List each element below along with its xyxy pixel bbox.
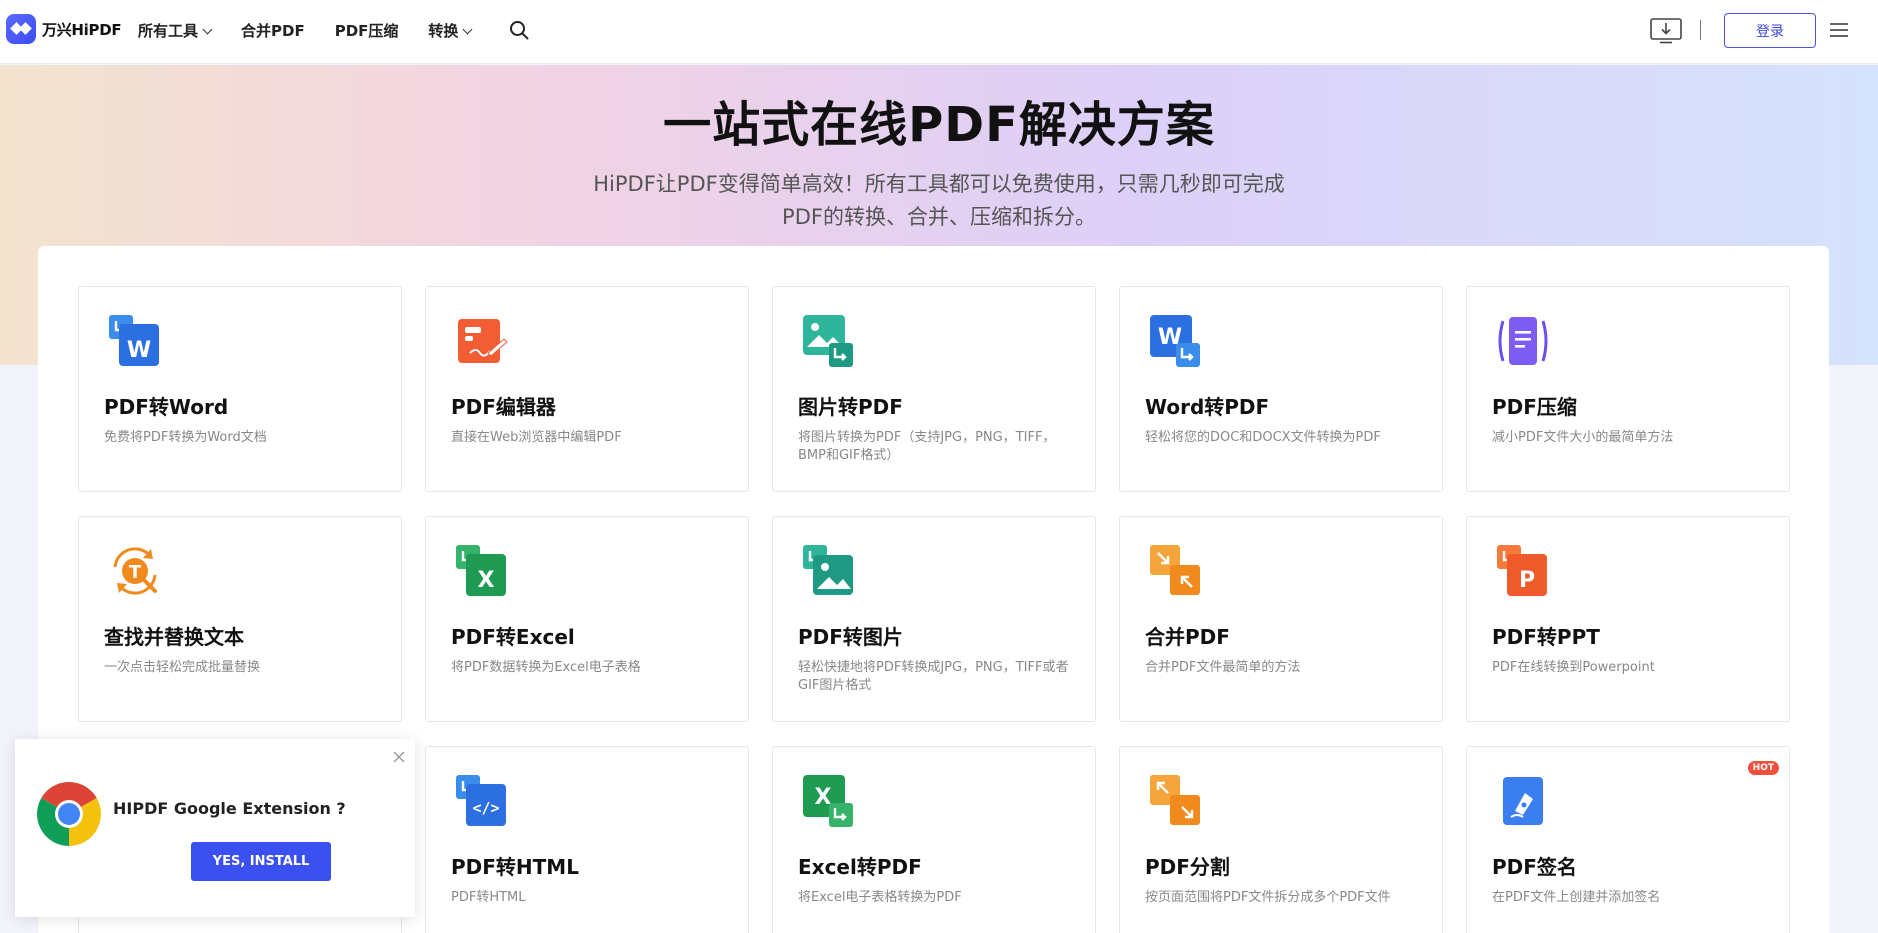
tool-desc: PDF在线转换到Powerpoint — [1492, 660, 1655, 675]
pdf-split-icon — [1150, 775, 1200, 825]
hero-subtitle: HiPDF让PDF变得简单高效！所有工具都可以免费使用，只需几秒即可完成 PDF… — [539, 168, 1339, 234]
nav-pdf-compress[interactable]: PDF压缩 — [335, 20, 399, 41]
top-header: 万兴HiPDF 所有工具 合并PDF PDF压缩 转换 登录 — [0, 0, 1878, 64]
svg-text:P: P — [1519, 568, 1535, 593]
nav-convert[interactable]: 转换 — [428, 20, 473, 41]
tool-title: PDF签名 — [1492, 855, 1577, 879]
pdf-to-excel-icon: X — [456, 545, 506, 596]
tool-card-find-replace[interactable]: T 查找并替换文本 一次点击轻松完成批量替换 — [78, 516, 402, 722]
hero-subtitle-line-1: HiPDF让PDF变得简单高效！所有工具都可以免费使用，只需几秒即可完成 — [593, 172, 1285, 196]
hipdf-logo-icon — [6, 14, 36, 44]
desktop-download-icon[interactable] — [1650, 18, 1682, 44]
word-to-pdf-icon: W — [1150, 315, 1200, 367]
header-divider — [1700, 20, 1701, 40]
tool-desc: 轻松快捷地将PDF转换成JPG，PNG，TIFF或者GIF图片格式 — [798, 660, 1069, 693]
merge-pdf-icon — [1150, 545, 1200, 595]
login-button[interactable]: 登录 — [1724, 13, 1816, 48]
svg-text:W: W — [127, 338, 151, 363]
svg-text:</>: </> — [472, 799, 499, 817]
tool-desc: 按页面范围将PDF文件拆分成多个PDF文件 — [1145, 890, 1391, 905]
nav-all-tools-label: 所有工具 — [138, 22, 199, 40]
nav-all-tools[interactable]: 所有工具 — [138, 20, 213, 41]
tool-title: Word转PDF — [1145, 395, 1270, 419]
logo[interactable]: 万兴HiPDF — [6, 14, 122, 44]
find-replace-icon: T — [113, 547, 157, 595]
nav-convert-label: 转换 — [428, 22, 459, 40]
tool-title: PDF转Excel — [451, 625, 575, 649]
tool-title: 图片转PDF — [798, 395, 903, 419]
tool-title: PDF转PPT — [1492, 625, 1600, 649]
hamburger-menu-icon[interactable] — [1830, 23, 1848, 37]
install-extension-button[interactable]: YES, INSTALL — [191, 842, 331, 881]
logo-text: 万兴HiPDF — [42, 20, 122, 39]
tool-title: PDF编辑器 — [451, 395, 556, 419]
tool-desc: 将Excel电子表格转换为PDF — [798, 890, 962, 905]
tool-desc: 轻松将您的DOC和DOCX文件转换为PDF — [1145, 430, 1381, 445]
nav-merge-pdf[interactable]: 合并PDF — [241, 20, 305, 41]
tool-desc: 直接在Web浏览器中编辑PDF — [451, 430, 622, 445]
nav-merge-pdf-label: 合并PDF — [241, 22, 305, 40]
tool-card-pdf-compress[interactable]: PDF压缩 减小PDF文件大小的最简单方法 — [1466, 286, 1790, 492]
tool-desc: 减小PDF文件大小的最简单方法 — [1492, 430, 1674, 445]
tool-card-pdf-to-word[interactable]: W PDF转Word 免费将PDF转换为Word文档 — [78, 286, 402, 492]
pdf-compress-icon — [1498, 317, 1548, 365]
pdf-sign-icon — [1503, 777, 1543, 825]
chevron-down-icon — [202, 24, 213, 34]
close-icon[interactable] — [393, 751, 405, 763]
svg-text:X: X — [478, 568, 495, 593]
tool-title: PDF转HTML — [451, 855, 579, 879]
popup-message: HIPDF Google Extension ? — [113, 799, 346, 818]
tool-desc: 在PDF文件上创建并添加签名 — [1492, 890, 1661, 905]
pdf-to-word-icon: W — [109, 315, 159, 366]
tool-card-pdf-to-excel[interactable]: X PDF转Excel 将PDF数据转换为Excel电子表格 — [425, 516, 749, 722]
tool-card-pdf-split[interactable]: PDF分割 按页面范围将PDF文件拆分成多个PDF文件 — [1119, 746, 1443, 933]
tool-desc: 免费将PDF转换为Word文档 — [104, 430, 267, 445]
tool-card-pdf-to-ppt[interactable]: P PDF转PPT PDF在线转换到Powerpoint — [1466, 516, 1790, 722]
chrome-logo-icon — [37, 782, 101, 846]
tool-card-excel-to-pdf[interactable]: X Excel转PDF 将Excel电子表格转换为PDF — [772, 746, 1096, 933]
chevron-down-icon — [462, 24, 473, 34]
tool-title: PDF转Word — [104, 395, 229, 419]
pdf-editor-icon — [458, 319, 508, 363]
pdf-to-image-icon — [803, 545, 853, 595]
tool-desc: 将PDF数据转换为Excel电子表格 — [451, 660, 641, 675]
tool-card-pdf-to-image[interactable]: PDF转图片 轻松快捷地将PDF转换成JPG，PNG，TIFF或者GIF图片格式 — [772, 516, 1096, 722]
hero-subtitle-line-2: PDF的转换、合并、压缩和拆分。 — [782, 205, 1096, 229]
svg-text:T: T — [129, 562, 142, 583]
tool-card-pdf-sign[interactable]: HOT PDF签名 在PDF文件上创建并添加签名 — [1466, 746, 1790, 933]
extension-popup: HIPDF Google Extension ? YES, INSTALL — [15, 739, 415, 917]
tool-card-pdf-editor[interactable]: PDF编辑器 直接在Web浏览器中编辑PDF — [425, 286, 749, 492]
hot-badge: HOT — [1747, 761, 1779, 775]
tool-title: Excel转PDF — [798, 855, 922, 879]
tool-title: PDF分割 — [1145, 855, 1230, 879]
tool-desc: 一次点击轻松完成批量替换 — [104, 660, 261, 675]
excel-to-pdf-icon: X — [803, 775, 853, 827]
tool-desc: 合并PDF文件最简单的方法 — [1145, 660, 1301, 675]
tool-title: PDF压缩 — [1492, 395, 1577, 419]
tool-title: PDF转图片 — [798, 625, 903, 649]
tool-title: 合并PDF — [1145, 625, 1230, 649]
svg-text:X: X — [815, 785, 832, 810]
tool-title: 查找并替换文本 — [104, 625, 244, 649]
image-to-pdf-icon — [803, 315, 853, 367]
tool-card-pdf-to-html[interactable]: </> PDF转HTML PDF转HTML — [425, 746, 749, 933]
pdf-to-ppt-icon: P — [1497, 545, 1547, 596]
hero-title: 一站式在线PDF解决方案 — [663, 97, 1215, 153]
search-icon[interactable] — [509, 20, 529, 40]
tool-card-word-to-pdf[interactable]: W Word转PDF 轻松将您的DOC和DOCX文件转换为PDF — [1119, 286, 1443, 492]
tool-desc: 将图片转换为PDF（支持JPG，PNG，TIFF，BMP和GIF格式） — [798, 430, 1056, 463]
tool-card-merge-pdf[interactable]: 合并PDF 合并PDF文件最简单的方法 — [1119, 516, 1443, 722]
tool-desc: PDF转HTML — [451, 890, 526, 905]
pdf-to-html-icon: </> — [456, 775, 506, 826]
nav-pdf-compress-label: PDF压缩 — [334, 22, 399, 40]
tool-card-image-to-pdf[interactable]: 图片转PDF 将图片转换为PDF（支持JPG，PNG，TIFF，BMP和GIF格… — [772, 286, 1096, 492]
main-nav: 所有工具 合并PDF PDF压缩 转换 — [138, 20, 501, 41]
